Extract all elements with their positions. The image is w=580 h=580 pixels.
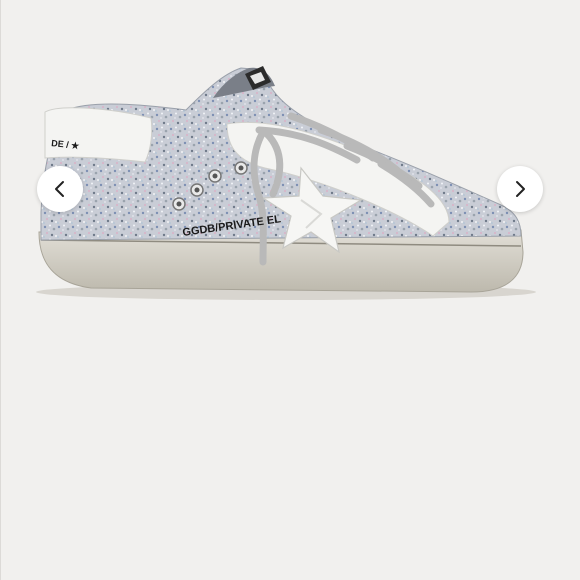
previous-image-button[interactable] <box>37 166 83 212</box>
sneaker-illustration: DE / ★ GGDB/PRIVATE EL <box>36 66 536 300</box>
product-image: DE / ★ GGDB/PRIVATE EL <box>1 0 580 580</box>
product-image-viewer: DE / ★ GGDB/PRIVATE EL <box>0 0 580 580</box>
next-image-button[interactable] <box>497 166 543 212</box>
chevron-left-icon <box>55 181 64 197</box>
heel-tab <box>44 107 153 163</box>
chevron-right-icon <box>516 181 525 197</box>
